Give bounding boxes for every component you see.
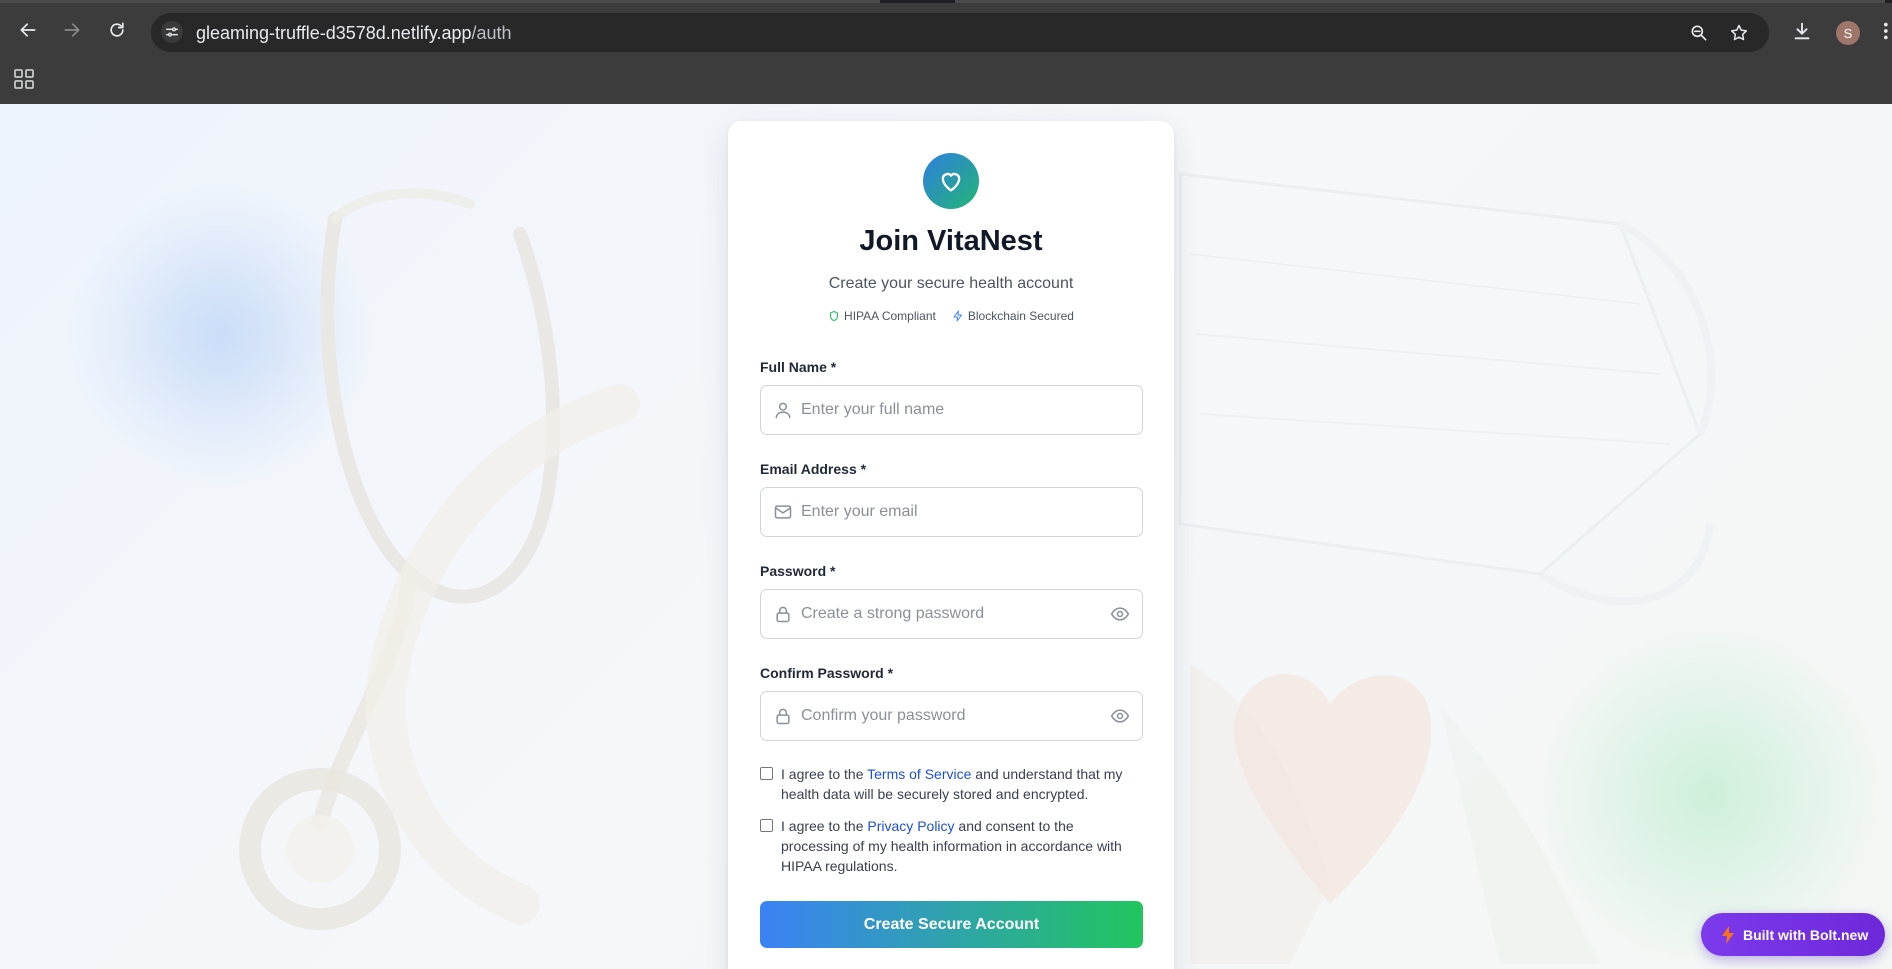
kebab-menu-icon bbox=[1884, 22, 1888, 40]
eye-icon[interactable] bbox=[1110, 604, 1130, 624]
email-field[interactable] bbox=[760, 487, 1143, 537]
stethoscope-icon bbox=[239, 188, 640, 930]
confirm-password-input[interactable] bbox=[801, 692, 1101, 740]
signup-card: Join VitaNest Create your secure health … bbox=[728, 121, 1174, 969]
download-icon bbox=[1794, 22, 1810, 40]
bookmark-star-button[interactable] bbox=[1728, 22, 1750, 44]
reload-button[interactable] bbox=[103, 16, 131, 44]
lightning-icon bbox=[953, 310, 962, 322]
star-icon bbox=[1730, 24, 1748, 41]
privacy-agreement: I agree to the Privacy Policy and consen… bbox=[760, 816, 1143, 876]
back-button[interactable] bbox=[14, 16, 42, 44]
tab-strip-edge-right bbox=[955, 0, 1885, 3]
confirm-password-field[interactable] bbox=[760, 691, 1143, 741]
blockchain-badge-label: Blockchain Secured bbox=[967, 309, 1074, 323]
hipaa-badge: HIPAA Compliant bbox=[828, 309, 936, 323]
user-icon bbox=[775, 402, 791, 419]
page-title: Join VitaNest bbox=[859, 225, 1043, 257]
password-input[interactable] bbox=[801, 590, 1101, 638]
zoom-out-icon bbox=[1691, 25, 1707, 41]
full-name-field[interactable] bbox=[760, 385, 1143, 435]
address-bar[interactable]: gleaming-truffle-d3578d.netlify.app/auth bbox=[151, 13, 1769, 52]
brand-logo bbox=[923, 153, 979, 209]
apps-grid-icon[interactable] bbox=[13, 68, 35, 90]
full-name-input[interactable] bbox=[801, 386, 1101, 434]
zoom-button[interactable] bbox=[1688, 22, 1710, 44]
privacy-text: I agree to the Privacy Policy and consen… bbox=[781, 816, 1141, 876]
mail-icon bbox=[774, 505, 792, 519]
security-badges: HIPAA Compliant Blockchain Secured bbox=[728, 309, 1174, 323]
privacy-prefix: I agree to the bbox=[781, 818, 868, 834]
reload-icon bbox=[110, 22, 124, 37]
hipaa-badge-label: HIPAA Compliant bbox=[844, 309, 936, 323]
privacy-policy-link[interactable]: Privacy Policy bbox=[867, 818, 954, 834]
arrow-left-icon bbox=[20, 23, 36, 37]
menu-button[interactable] bbox=[1876, 19, 1892, 43]
url-host: gleaming-truffle-d3578d.netlify.app bbox=[196, 23, 472, 43]
lock-icon bbox=[776, 606, 790, 623]
heart-icon bbox=[941, 172, 961, 192]
password-field[interactable] bbox=[760, 589, 1143, 639]
bookmarks-bar bbox=[0, 64, 1892, 104]
password-label: Password * bbox=[760, 563, 836, 579]
forward-button[interactable] bbox=[58, 16, 86, 44]
shield-icon bbox=[829, 310, 839, 322]
profile-avatar[interactable]: S bbox=[1836, 21, 1860, 45]
privacy-checkbox[interactable] bbox=[760, 819, 773, 832]
full-name-label: Full Name * bbox=[760, 359, 837, 375]
create-account-button[interactable]: Create Secure Account bbox=[760, 901, 1143, 948]
terms-of-service-link[interactable]: Terms of Service bbox=[867, 766, 971, 782]
terms-prefix: I agree to the bbox=[781, 766, 868, 782]
url-text[interactable]: gleaming-truffle-d3578d.netlify.app/auth bbox=[196, 23, 512, 44]
page-subtitle: Create your secure health account bbox=[828, 275, 1074, 292]
terms-text: I agree to the Terms of Service and unde… bbox=[781, 764, 1141, 804]
downloads-button[interactable] bbox=[1790, 19, 1814, 43]
bolt-icon bbox=[1722, 925, 1734, 944]
email-label: Email Address * bbox=[760, 461, 867, 477]
email-input[interactable] bbox=[801, 488, 1101, 536]
terms-agreement: I agree to the Terms of Service and unde… bbox=[760, 764, 1143, 804]
arrow-right-icon bbox=[64, 23, 80, 37]
terms-checkbox[interactable] bbox=[760, 767, 773, 780]
tune-icon bbox=[166, 27, 178, 37]
lock-icon bbox=[776, 708, 790, 725]
bolt-badge-label: Built with Bolt.new bbox=[1743, 926, 1869, 943]
site-info-button[interactable] bbox=[161, 21, 183, 43]
page-viewport: Join VitaNest Create your secure health … bbox=[0, 104, 1892, 969]
face-mask-illustration bbox=[1178, 172, 1716, 606]
url-path: /auth bbox=[471, 23, 512, 43]
blockchain-badge: Blockchain Secured bbox=[952, 309, 1074, 323]
confirm-password-label: Confirm Password * bbox=[760, 665, 894, 681]
bolt-badge[interactable]: Built with Bolt.new bbox=[1701, 913, 1885, 956]
tab-strip-edge bbox=[0, 0, 880, 3]
eye-icon[interactable] bbox=[1110, 706, 1130, 726]
